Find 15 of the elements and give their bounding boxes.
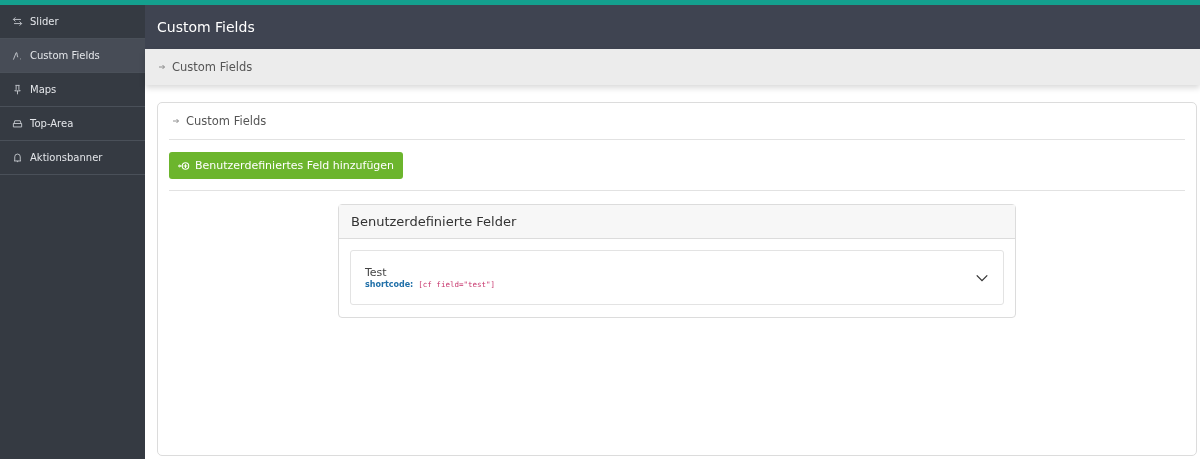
curve-icon <box>12 50 23 61</box>
pin-icon <box>12 84 23 95</box>
breadcrumb-link[interactable]: Custom Fields <box>172 60 253 74</box>
bell-icon <box>12 152 23 163</box>
panel-title: Benutzerdefinierte Felder <box>351 214 517 229</box>
arrow-right-icon <box>158 63 166 71</box>
page-title: Custom Fields <box>157 19 255 35</box>
tray-icon <box>12 118 23 129</box>
sidebar-item[interactable]: Custom Fields <box>0 39 145 73</box>
add-node-icon <box>178 159 190 172</box>
arrow-right-icon <box>172 117 180 125</box>
swap-arrows-icon <box>12 16 23 27</box>
shortcode-label: shortcode: <box>365 280 414 289</box>
field-name: Test <box>365 266 388 279</box>
breadcrumb-link[interactable]: Custom Fields <box>186 114 267 128</box>
